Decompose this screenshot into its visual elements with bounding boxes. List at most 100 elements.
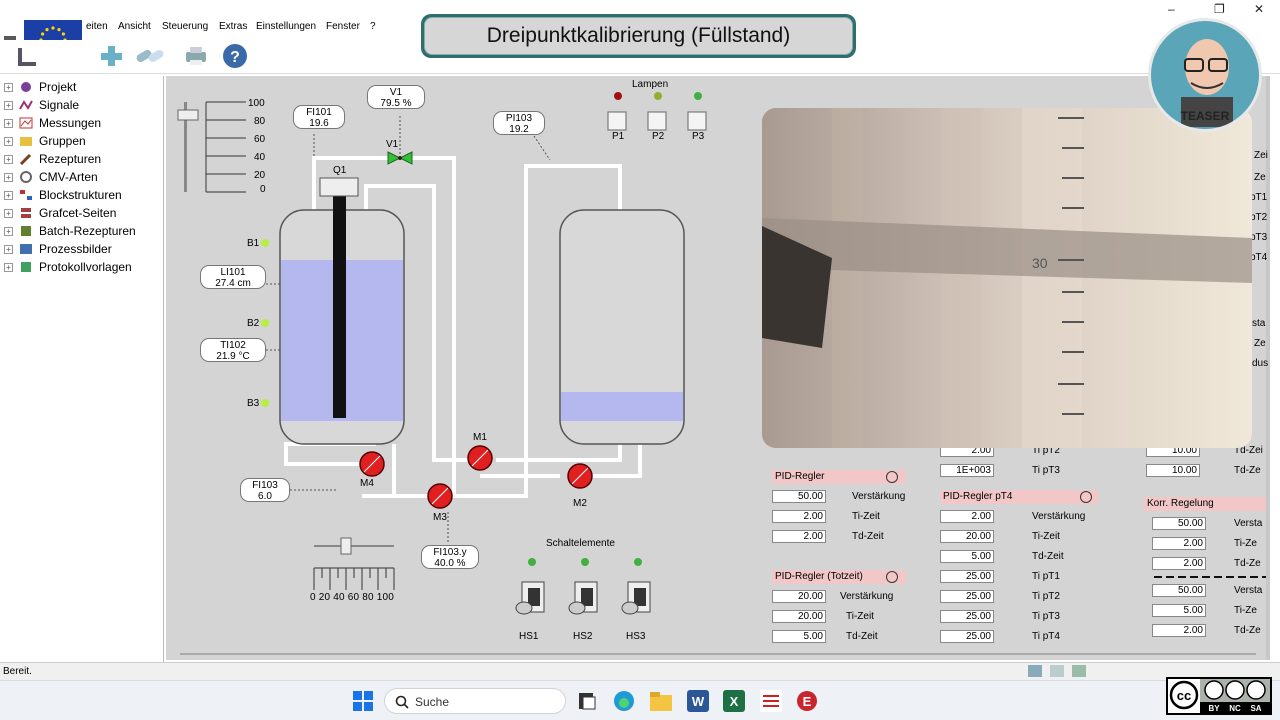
pid-pt4-ti-pt4-field[interactable]: 25.00 — [940, 630, 994, 643]
corr-ti-field-1[interactable]: 2.00 — [1152, 537, 1206, 550]
pid-pt4-ti-pt1-field[interactable]: 25.00 — [940, 570, 994, 583]
pump-m1-icon[interactable] — [467, 445, 493, 471]
file-explorer-icon[interactable] — [650, 691, 672, 711]
edit-tool-icon[interactable] — [14, 42, 42, 70]
title-banner: Dreipunktkalibrierung (Füllstand) — [421, 14, 856, 58]
stirrer-q1[interactable] — [319, 177, 359, 197]
label-v1: V1 — [386, 139, 399, 150]
expand-icon[interactable]: + — [4, 118, 13, 128]
pid-deadtime-toggle-icon[interactable] — [886, 571, 898, 583]
windows-start-icon[interactable] — [353, 691, 373, 711]
sidebar-item-label: Protokollvorlagen — [39, 260, 132, 274]
pid-pt4-gain-field[interactable]: 2.00 — [940, 510, 994, 523]
cc-nc-label: NC — [1229, 704, 1241, 713]
pid-td-field[interactable]: 2.00 — [772, 530, 826, 543]
expand-icon[interactable]: + — [4, 172, 13, 182]
sensor-fi103y[interactable]: FI103.y 40.0 % — [421, 545, 479, 569]
menu-view[interactable]: Ansicht — [118, 21, 151, 32]
pid-pt4-ti-pt2-label: Ti pT2 — [1032, 591, 1060, 602]
expand-icon[interactable]: + — [4, 226, 13, 236]
level-slider-thumb[interactable] — [177, 109, 199, 121]
expand-icon[interactable]: + — [4, 154, 13, 164]
corr-gain-field-1[interactable]: 50.00 — [1152, 517, 1206, 530]
corr-td-field-2[interactable]: 2.00 — [1152, 624, 1206, 637]
switch-hs2-icon[interactable] — [568, 581, 598, 615]
pid-pt4-ti-pt3-field[interactable]: 25.00 — [940, 610, 994, 623]
add-icon[interactable] — [98, 42, 126, 70]
expand-icon[interactable]: + — [4, 262, 13, 272]
menu-window[interactable]: Fenster — [326, 21, 360, 32]
corr-td-label-2: Td-Ze — [1234, 625, 1261, 636]
menu-control[interactable]: Steuerung — [162, 21, 208, 32]
pid-pt4-td-field[interactable]: 5.00 — [940, 550, 994, 563]
pid-pt4-toggle-icon[interactable] — [1080, 491, 1092, 503]
recipes-icon — [19, 153, 32, 165]
expand-icon[interactable]: + — [4, 100, 13, 110]
corr-ti-field-2[interactable]: 5.00 — [1152, 604, 1206, 617]
pid-deadtime-ti-field[interactable]: 20.00 — [772, 610, 826, 623]
sidebar-item-protocols[interactable]: + Protokollvorlagen — [4, 258, 132, 276]
help-icon[interactable]: ? — [221, 42, 249, 70]
pid-deadtime-td-field[interactable]: 5.00 — [772, 630, 826, 643]
taskbar-search[interactable]: Suche — [384, 688, 566, 714]
menu-edit[interactable]: eiten — [86, 21, 108, 32]
sidebar-item-process-images[interactable]: + Prozessbilder — [4, 240, 112, 258]
corr-td-field-1[interactable]: 2.00 — [1152, 557, 1206, 570]
expand-icon[interactable]: + — [4, 208, 13, 218]
sidebar-item-recipes[interactable]: + Rezepturen — [4, 150, 101, 168]
expand-icon[interactable]: + — [4, 190, 13, 200]
valve-slider-thumb[interactable] — [340, 537, 352, 555]
pid-ti-field[interactable]: 2.00 — [772, 510, 826, 523]
measurements-icon — [19, 117, 33, 129]
e-app-icon[interactable]: E — [796, 690, 818, 712]
pid-pt4-ti-pt2-field[interactable]: 25.00 — [940, 590, 994, 603]
expand-icon[interactable]: + — [4, 244, 13, 254]
sidebar-item-grafcet[interactable]: + Grafcet-Seiten — [4, 204, 116, 222]
pump-m4-icon[interactable] — [359, 451, 385, 477]
expand-icon[interactable]: + — [4, 82, 13, 92]
pid-toggle-icon[interactable] — [886, 471, 898, 483]
sensor-fi103[interactable]: FI103 6.0 — [240, 478, 290, 502]
sensor-fi101[interactable]: FI101 19.6 — [293, 105, 345, 129]
pid-pt4-ti-field[interactable]: 20.00 — [940, 530, 994, 543]
pump-m2-icon[interactable] — [567, 463, 593, 489]
sidebar-item-groups[interactable]: + Gruppen — [4, 132, 86, 150]
sensor-name: V1 — [389, 87, 403, 98]
sidebar-item-block-structures[interactable]: + Blockstrukturen — [4, 186, 122, 204]
sidebar-item-signals[interactable]: + Signale — [4, 96, 79, 114]
valve-scale-labels: 0 20 40 60 80 100 — [310, 592, 395, 603]
sensor-ti102[interactable]: TI102 21.9 °C — [200, 338, 266, 362]
menu-extras[interactable]: Extras — [219, 21, 247, 32]
corr-gain-field-2[interactable]: 50.00 — [1152, 584, 1206, 597]
excel-icon[interactable]: X — [723, 690, 745, 712]
status-icon-2[interactable] — [1050, 665, 1064, 677]
sidebar-item-measurements[interactable]: + Messungen — [4, 114, 101, 132]
lamp-p1-button[interactable] — [607, 111, 627, 131]
pid-gain-field[interactable]: 50.00 — [772, 490, 826, 503]
task-view-icon[interactable] — [577, 691, 597, 711]
sidebar-item-project[interactable]: + Projekt — [4, 78, 76, 96]
lamp-p3-button[interactable] — [687, 111, 707, 131]
sensor-v1[interactable]: V1 79.5 % — [367, 85, 425, 109]
menu-settings[interactable]: Einstellungen — [256, 21, 316, 32]
pump-m3-icon[interactable] — [427, 483, 453, 509]
sidebar-item-batch[interactable]: + Batch-Rezepturen — [4, 222, 136, 240]
print-icon[interactable] — [182, 42, 210, 70]
expand-icon[interactable]: + — [4, 136, 13, 146]
process-app-icon[interactable] — [760, 690, 782, 712]
pid2-ti-pt3-top-field[interactable]: 1E+003 — [940, 464, 994, 477]
word-icon[interactable]: W — [687, 690, 709, 712]
lamp-p2-button[interactable] — [647, 111, 667, 131]
sidebar-item-cmv[interactable]: + CMV-Arten — [4, 168, 98, 186]
pid-deadtime-gain-field[interactable]: 20.00 — [772, 590, 826, 603]
status-icon-1[interactable] — [1028, 665, 1042, 677]
corr-td-top-field-2[interactable]: 10.00 — [1146, 464, 1200, 477]
sensor-li101[interactable]: LI101 27.4 cm — [200, 265, 266, 289]
pills-icon[interactable] — [134, 42, 164, 70]
edge-browser-icon[interactable] — [613, 690, 635, 712]
switch-hs3-icon[interactable] — [621, 581, 651, 615]
sensor-pi103[interactable]: PI103 19.2 — [493, 111, 545, 135]
switch-hs1-icon[interactable] — [515, 581, 545, 615]
status-icon-3[interactable] — [1072, 665, 1086, 677]
menu-help[interactable]: ? — [370, 21, 376, 32]
